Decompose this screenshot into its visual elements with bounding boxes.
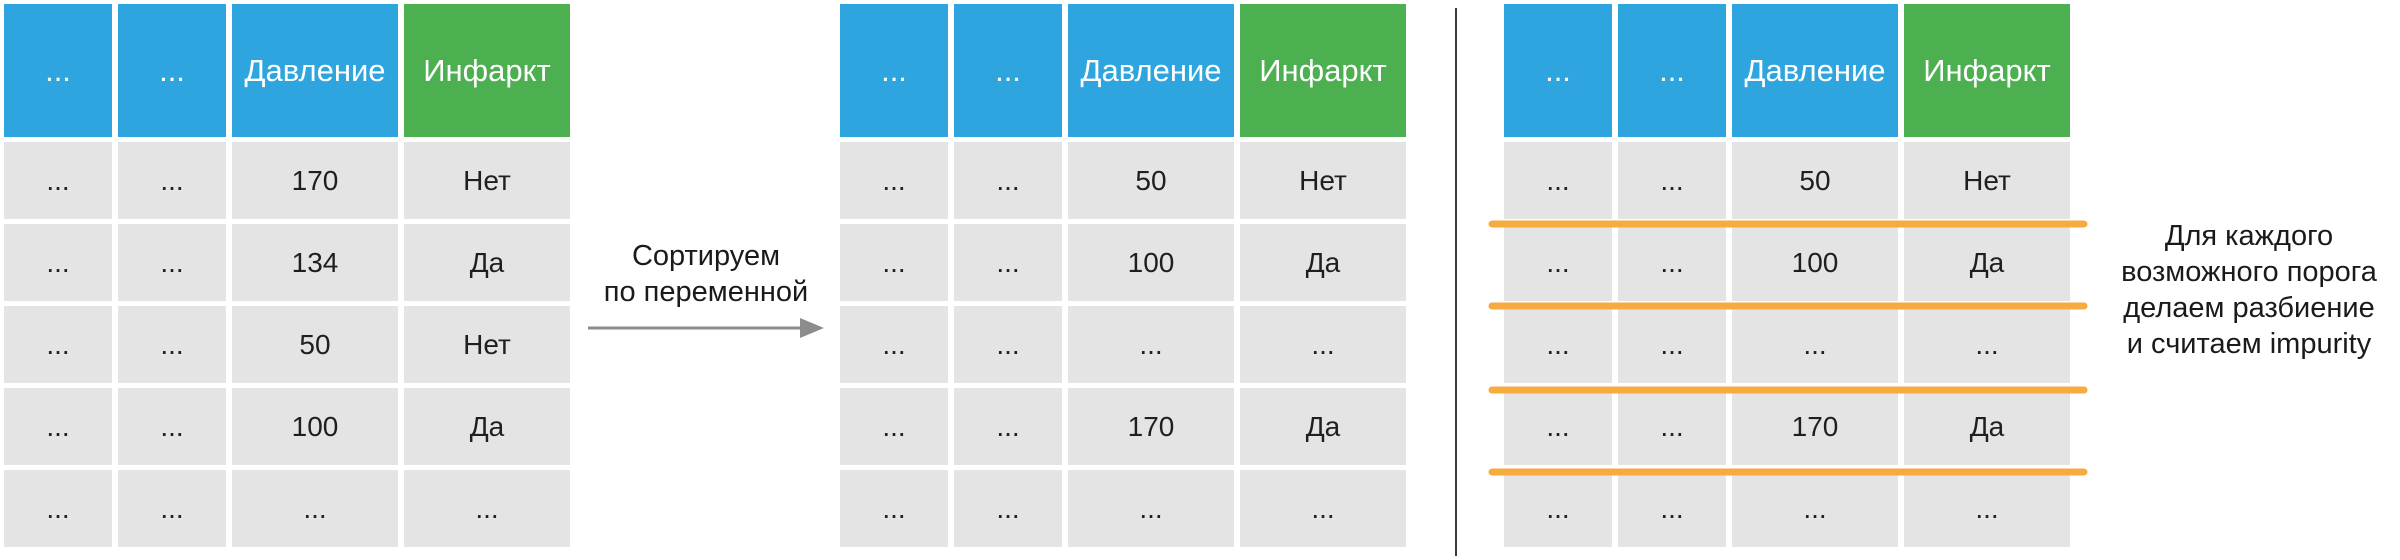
threshold-caption-line: и считаем impurity (2126, 328, 2372, 360)
sort-arrow (588, 318, 824, 338)
threshold-caption: Для каждого возможного порога делаем раз… (2104, 218, 2394, 362)
threshold-lines (1488, 220, 2088, 476)
threshold-caption-line: делаем разбиение (2123, 292, 2375, 324)
diagram-overlay (588, 8, 2088, 556)
sort-caption: Сортируем по переменной (586, 238, 826, 310)
sort-caption-line: по переменной (603, 276, 809, 308)
threshold-caption-line: возможного порога (2121, 256, 2377, 288)
threshold-caption-line: Для каждого (2164, 220, 2334, 252)
sort-caption-line: Сортируем (631, 240, 781, 272)
